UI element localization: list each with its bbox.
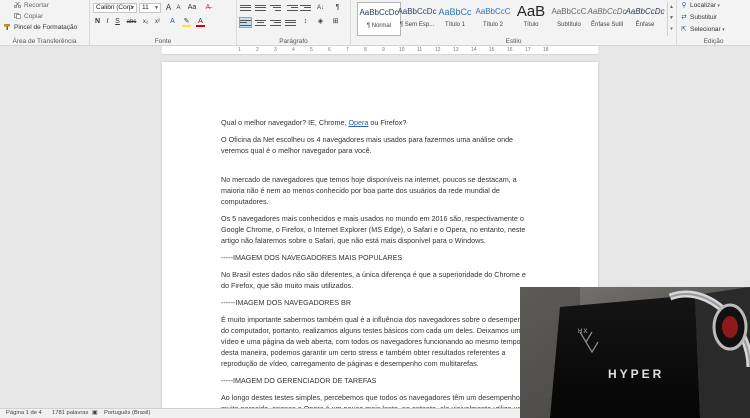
find-button[interactable]: ⚲ Localizar ▾ — [680, 1, 720, 9]
line-spacing-button[interactable]: ↕ — [300, 17, 311, 27]
proofing-icon[interactable]: ▣ — [92, 409, 97, 418]
language-indicator[interactable]: Português (Brasil) — [104, 409, 150, 418]
superscript-button[interactable]: x² — [152, 17, 163, 27]
paragraph-group: A↓ ¶ ↕ ◈ ⊞ Parágrafo — [237, 0, 351, 46]
chevron-down-icon[interactable]: ▼ — [668, 13, 675, 24]
highlighter-icon: ✎ — [183, 18, 190, 25]
chevron-down-icon: ▼ — [130, 5, 135, 11]
align-left-icon[interactable] — [239, 17, 252, 28]
paragraph: O Oficina da Net escolheu os 4 navegador… — [221, 135, 514, 155]
ribbon: Recortar Copiar Pincel de Formatação Áre… — [0, 0, 750, 46]
webcam-overlay: HX HYPER — [520, 287, 750, 418]
brush-icon — [4, 24, 11, 30]
font-group-label: Fonte — [154, 38, 172, 45]
font-size-select[interactable]: 11 ▼ — [139, 3, 161, 13]
word-window: Recortar Copiar Pincel de Formatação Áre… — [0, 0, 750, 418]
chevron-up-icon[interactable]: ▲ — [668, 2, 675, 13]
multilevel-list-icon[interactable] — [270, 3, 281, 12]
italic-button[interactable]: I — [103, 17, 112, 27]
borders-button[interactable]: ⊞ — [330, 17, 341, 27]
decrease-indent-icon[interactable] — [287, 3, 298, 12]
eraser-icon: A̶ — [205, 4, 211, 11]
paragraph: Ao longo destes testes simples, percebem… — [221, 393, 527, 408]
paragraph: É muito importante sabermos também qual … — [221, 315, 530, 368]
more-icon[interactable]: ▾ — [668, 24, 675, 35]
numbering-icon[interactable] — [255, 3, 266, 12]
justify-icon[interactable] — [285, 18, 296, 27]
text-effects-button[interactable]: A — [168, 17, 177, 27]
show-marks-button[interactable]: ¶ — [332, 3, 343, 13]
styles-scroll[interactable]: ▲ ▼ ▾ — [667, 2, 675, 36]
document-title-line: Qual o melhor navegador? IE, Chrome, Ope… — [221, 118, 407, 127]
opera-link[interactable]: Opera — [348, 118, 368, 127]
highlight-button[interactable]: ✎ — [182, 17, 191, 27]
sort-button[interactable]: A↓ — [315, 3, 326, 13]
horizontal-ruler[interactable]: 1 2 3 4 5 6 7 8 9 10 11 12 13 14 15 16 1… — [162, 46, 598, 55]
page-count[interactable]: Página 1 de 4 — [6, 409, 42, 418]
font-group: Calibri (Corp ▼ 11 ▼ A A Aa A̶ N I S abc x… — [90, 0, 237, 46]
replace-button[interactable]: ⇄ Substituir — [680, 13, 717, 21]
bullets-icon[interactable] — [240, 3, 251, 12]
styles-group-label: Estilo — [505, 38, 522, 45]
clipboard-group-label: Área de Transferência — [12, 38, 77, 45]
scissors-icon — [13, 1, 22, 9]
word-count[interactable]: 1781 palavras — [52, 409, 88, 418]
copy-icon — [14, 13, 21, 19]
image-placeholder-text: -----IMAGEM DOS NAVEGADORES MAIS POPULAR… — [221, 253, 403, 262]
line-spacing-icon: ↕ — [303, 18, 308, 25]
ruler-margin — [0, 46, 162, 55]
image-placeholder-text: -----IMAGEM DO GERENCIADOR DE TAREFAS — [221, 376, 377, 385]
shading-button[interactable]: ◈ — [315, 17, 326, 27]
underline-button[interactable]: S — [113, 17, 122, 27]
style-emphasis[interactable]: AaBbCcDc Ênfase — [623, 2, 667, 36]
font-family-select[interactable]: Calibri (Corp ▼ — [93, 3, 137, 13]
styles-gallery: AaBbCcDc ¶ Normal AaBbCcDc ¶ Sem Esp... … — [355, 0, 667, 38]
align-right-icon[interactable] — [270, 18, 281, 27]
webcam-picture — [520, 287, 750, 418]
shrink-font-button[interactable]: A — [174, 3, 183, 13]
bold-button[interactable]: N — [93, 17, 102, 27]
change-case-button[interactable]: Aa — [186, 3, 198, 13]
paragraph: No Brasil estes dados não são diferentes… — [221, 270, 526, 290]
strikethrough-button[interactable]: abc — [125, 17, 138, 27]
paint-bucket-icon: ◈ — [317, 18, 324, 25]
chevron-down-icon: ▼ — [154, 5, 159, 11]
cursor-icon: ⇱ — [681, 26, 687, 33]
clear-formatting-button[interactable]: A̶ — [202, 3, 214, 13]
align-center-icon[interactable] — [255, 18, 266, 27]
cut-button[interactable]: Recortar — [13, 1, 49, 9]
editing-group-label: Edição — [703, 38, 724, 45]
select-button[interactable]: ⇱ Selecionar ▾ — [680, 25, 724, 33]
paragraph: Os 5 navegadores mais conhecidos e mais … — [221, 214, 526, 245]
format-painter-button[interactable]: Pincel de Formatação — [4, 24, 77, 31]
image-placeholder-text: ------IMAGEM DOS NAVEGADORES BR — [221, 298, 352, 307]
copy-button[interactable]: Copiar — [14, 13, 43, 20]
document-body[interactable]: Qual o melhor navegador? IE, Chrome, Ope… — [221, 117, 531, 408]
subscript-button[interactable]: x₂ — [140, 17, 151, 27]
borders-icon: ⊞ — [332, 18, 339, 25]
paragraph-group-label: Parágrafo — [279, 38, 308, 45]
font-color-button[interactable]: A — [196, 17, 205, 27]
clipboard-group: Recortar Copiar Pincel de Formatação Áre… — [0, 0, 90, 46]
sort-icon: A↓ — [316, 5, 324, 11]
search-icon: ⚲ — [681, 2, 687, 9]
grow-font-button[interactable]: A — [164, 3, 173, 13]
webcam-brand-text: HYPER — [608, 367, 665, 381]
replace-icon: ⇄ — [681, 14, 687, 21]
increase-indent-icon[interactable] — [300, 3, 311, 12]
webcam-brand-mark: HX — [578, 329, 589, 335]
paragraph: No mercado de navegadores que temos hoje… — [221, 175, 517, 206]
